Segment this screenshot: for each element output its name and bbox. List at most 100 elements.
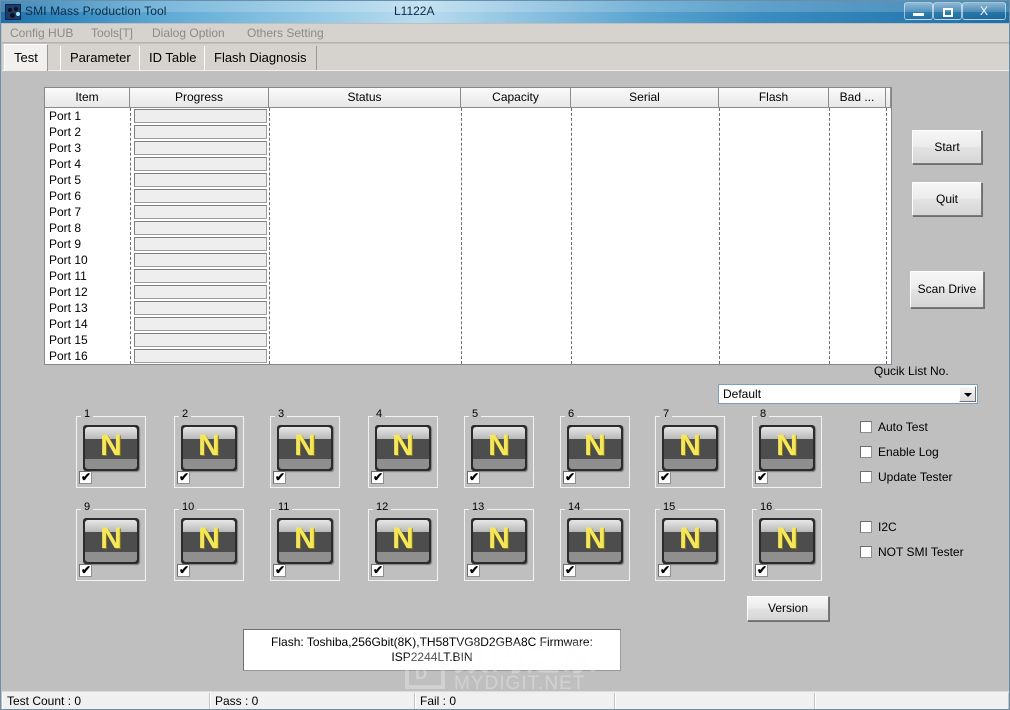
- table-row[interactable]: Port 10: [45, 252, 891, 268]
- quick-list-select[interactable]: Default: [718, 384, 978, 404]
- column-header-progress[interactable]: Progress: [130, 88, 269, 107]
- port-enable-checkbox[interactable]: ✔: [755, 564, 768, 577]
- checkbox-box[interactable]: [860, 546, 872, 558]
- progress-bar: [134, 253, 267, 267]
- table-row[interactable]: Port 16: [45, 348, 891, 364]
- table-cell-item: Port 13: [49, 301, 88, 315]
- port-enable-checkbox[interactable]: ✔: [755, 471, 768, 484]
- client-area: Item Progress Status Capacity Serial Flash Bad…: [2, 71, 1009, 694]
- tab-id-table[interactable]: ID Table: [139, 46, 207, 70]
- quit-button[interactable]: Quit: [912, 182, 982, 216]
- port-slot-13[interactable]: 13 N ✔: [464, 502, 534, 581]
- column-header-flash[interactable]: Flash: [719, 88, 829, 107]
- port-enable-checkbox[interactable]: ✔: [79, 564, 92, 577]
- tab-test[interactable]: Test: [4, 44, 48, 71]
- column-header-spacer[interactable]: [886, 88, 891, 107]
- status-panel-2: Fail : 0: [415, 693, 615, 709]
- table-row[interactable]: Port 6: [45, 188, 891, 204]
- chevron-down-icon[interactable]: [959, 386, 976, 402]
- port-number-label: 16: [757, 502, 776, 513]
- menu-item-dialog-option[interactable]: Dialog Option: [152, 26, 225, 40]
- column-header-bad[interactable]: Bad ...: [829, 88, 886, 107]
- port-enable-checkbox[interactable]: ✔: [658, 564, 671, 577]
- start-button[interactable]: Start: [912, 130, 982, 164]
- table-row[interactable]: Port 2: [45, 124, 891, 140]
- port-enable-checkbox[interactable]: ✔: [658, 471, 671, 484]
- check-icon: ✔: [81, 563, 92, 577]
- port-slot-8[interactable]: 8 N ✔: [752, 409, 822, 488]
- port-enable-checkbox[interactable]: ✔: [371, 471, 384, 484]
- port-number-label: 12: [373, 502, 392, 513]
- port-slot-15[interactable]: 15 N ✔: [655, 502, 725, 581]
- table-row[interactable]: Port 1: [45, 108, 891, 124]
- port-slot-5[interactable]: 5 N ✔: [464, 409, 534, 488]
- port-slot-7[interactable]: 7 N ✔: [655, 409, 725, 488]
- port-slot-14[interactable]: 14 N ✔: [560, 502, 630, 581]
- port-enable-checkbox[interactable]: ✔: [371, 564, 384, 577]
- checkbox-box[interactable]: [860, 521, 872, 533]
- menu-item-config-hub[interactable]: Config HUB: [10, 26, 73, 40]
- table-row[interactable]: Port 13: [45, 300, 891, 316]
- port-number-label: 14: [565, 502, 584, 513]
- minimize-button[interactable]: [904, 2, 933, 20]
- port-number-label: 4: [373, 409, 386, 420]
- column-header-status[interactable]: Status: [269, 88, 461, 107]
- table-row[interactable]: Port 15: [45, 332, 891, 348]
- port-slot-6[interactable]: 6 N ✔: [560, 409, 630, 488]
- port-slot-9[interactable]: 9 N ✔: [76, 502, 146, 581]
- checkbox-label: Update Tester: [878, 470, 953, 484]
- column-header-serial[interactable]: Serial: [571, 88, 719, 107]
- scan-drive-button[interactable]: Scan Drive: [910, 271, 984, 308]
- port-enable-checkbox[interactable]: ✔: [273, 471, 286, 484]
- port-slot-11[interactable]: 11 N ✔: [270, 502, 340, 581]
- port-slot-2[interactable]: 2 N ✔: [174, 409, 244, 488]
- port-enable-checkbox[interactable]: ✔: [563, 471, 576, 484]
- progress-bar: [134, 285, 267, 299]
- menu-item-tools-t[interactable]: Tools[T]: [91, 26, 133, 40]
- usb-drive-icon: N: [83, 518, 139, 564]
- port-slot-16[interactable]: 16 N ✔: [752, 502, 822, 581]
- port-enable-checkbox[interactable]: ✔: [177, 471, 190, 484]
- tab-strip: Test Parameter ID Table Flash Diagnosis: [2, 44, 1009, 71]
- tab-flash-diagnosis[interactable]: Flash Diagnosis: [204, 46, 317, 70]
- port-enable-checkbox[interactable]: ✔: [563, 564, 576, 577]
- drive-status-glyph: N: [294, 429, 316, 462]
- title-bar: SMI Mass Production Tool L1122A X: [1, 1, 1009, 23]
- progress-bar: [134, 141, 267, 155]
- maximize-button[interactable]: [933, 2, 962, 20]
- table-row[interactable]: Port 9: [45, 236, 891, 252]
- table-row[interactable]: Port 14: [45, 316, 891, 332]
- table-row[interactable]: Port 4: [45, 156, 891, 172]
- check-icon: ✔: [81, 470, 92, 484]
- table-row[interactable]: Port 8: [45, 220, 891, 236]
- check-icon: ✔: [275, 470, 286, 484]
- checkbox-box[interactable]: [860, 471, 872, 483]
- port-enable-checkbox[interactable]: ✔: [467, 564, 480, 577]
- table-cell-item: Port 1: [49, 109, 82, 123]
- table-row[interactable]: Port 7: [45, 204, 891, 220]
- port-enable-checkbox[interactable]: ✔: [79, 471, 92, 484]
- port-slot-3[interactable]: 3 N ✔: [270, 409, 340, 488]
- table-row[interactable]: Port 5: [45, 172, 891, 188]
- check-icon: ✔: [469, 563, 480, 577]
- column-header-item[interactable]: Item: [45, 88, 130, 107]
- table-row[interactable]: Port 11: [45, 268, 891, 284]
- version-button[interactable]: Version: [747, 596, 829, 621]
- port-slot-4[interactable]: 4 N ✔: [368, 409, 438, 488]
- usb-drive-icon: N: [567, 425, 623, 471]
- port-slot-1[interactable]: 1 N ✔: [76, 409, 146, 488]
- port-enable-checkbox[interactable]: ✔: [273, 564, 286, 577]
- port-enable-checkbox[interactable]: ✔: [467, 471, 480, 484]
- table-row[interactable]: Port 12: [45, 284, 891, 300]
- tab-parameter[interactable]: Parameter: [60, 46, 141, 70]
- column-header-capacity[interactable]: Capacity: [461, 88, 571, 107]
- checkbox-box[interactable]: [860, 421, 872, 433]
- menu-item-others-setting[interactable]: Others Setting: [247, 26, 324, 40]
- port-enable-checkbox[interactable]: ✔: [177, 564, 190, 577]
- usb-drive-icon: N: [759, 518, 815, 564]
- table-row[interactable]: Port 3: [45, 140, 891, 156]
- close-button[interactable]: X: [962, 2, 1006, 20]
- port-slot-10[interactable]: 10 N ✔: [174, 502, 244, 581]
- checkbox-box[interactable]: [860, 446, 872, 458]
- port-slot-12[interactable]: 12 N ✔: [368, 502, 438, 581]
